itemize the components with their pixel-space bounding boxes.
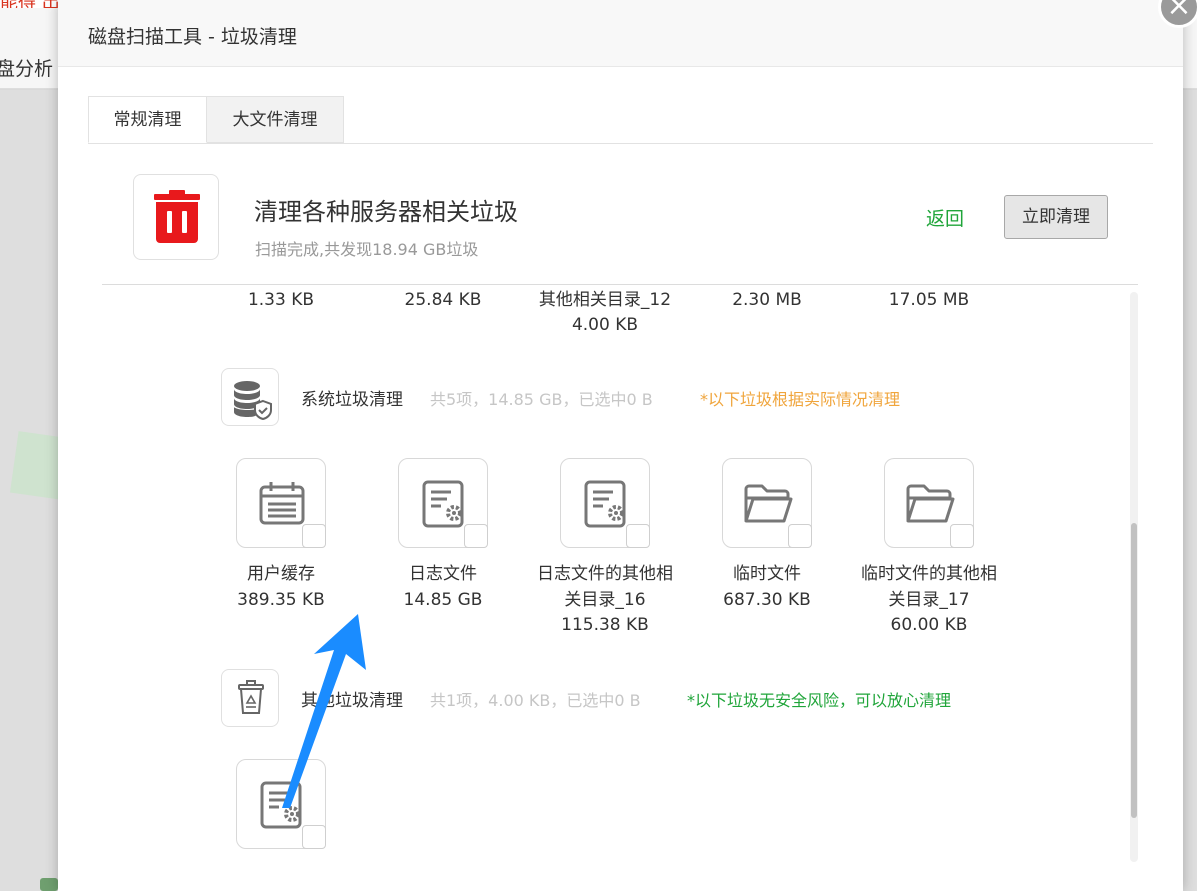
- section-name: 系统垃圾清理: [301, 390, 403, 410]
- tab-regular-clean[interactable]: 常规清理: [88, 96, 207, 143]
- item-tile[interactable]: [722, 458, 812, 548]
- item-tile[interactable]: [236, 458, 326, 548]
- item-label: 临时文件 687.30 KB: [723, 564, 811, 610]
- summary-title: 清理各种服务器相关垃圾: [254, 198, 518, 226]
- section-stats: 共1项，4.00 KB，已选中0 B: [430, 691, 641, 710]
- background-page-title: 盘分析: [0, 58, 54, 80]
- item-label: 用户缓存 389.35 KB: [237, 564, 325, 610]
- annotation-arrow-icon: [282, 614, 366, 808]
- folder-icon: [744, 484, 793, 523]
- item-tile[interactable]: [398, 458, 488, 548]
- list-item: 其他相关目录_12 4.00 KB: [538, 290, 672, 335]
- item-checkbox[interactable]: [302, 825, 326, 849]
- tab-bar: 常规清理 大文件清理: [88, 96, 1153, 144]
- list-item: 25.84 KB: [404, 290, 482, 310]
- junk-item-log-files[interactable]: 日志文件 14.85 GB: [368, 458, 518, 613]
- background-decoration: [40, 878, 58, 891]
- item-label: 日志文件 14.85 GB: [403, 564, 483, 610]
- clean-now-button[interactable]: 立即清理: [1004, 195, 1108, 239]
- dialog-title: 磁盘扫描工具 - 垃圾清理: [88, 26, 297, 48]
- item-checkbox[interactable]: [950, 524, 974, 548]
- back-link[interactable]: 返回: [926, 204, 964, 231]
- junk-item-temp-other-dir[interactable]: 临时文件的其他相 关目录_17 60.00 KB: [854, 458, 1004, 639]
- log-file-icon: [422, 480, 464, 528]
- scrollbar-thumb[interactable]: [1131, 523, 1137, 818]
- section-note: *以下垃圾无安全风险，可以放心清理: [687, 691, 952, 710]
- item-tile[interactable]: [560, 458, 650, 548]
- list-item: 17.05 MB: [888, 290, 970, 310]
- item-checkbox[interactable]: [464, 524, 488, 548]
- dialog-header: 磁盘扫描工具 - 垃圾清理: [58, 0, 1183, 67]
- item-checkbox[interactable]: [302, 524, 326, 548]
- tab-large-file-clean[interactable]: 大文件清理: [207, 96, 344, 143]
- list-item: 1.33 KB: [247, 290, 315, 310]
- item-tile[interactable]: [884, 458, 974, 548]
- item-checkbox[interactable]: [788, 524, 812, 548]
- scan-result-text: 扫描完成,共发现18.94 GB垃圾: [255, 240, 479, 259]
- junk-item-user-cache[interactable]: 用户缓存 389.35 KB: [206, 458, 356, 613]
- item-checkbox[interactable]: [626, 524, 650, 548]
- recycle-bin-icon: [221, 669, 279, 727]
- log-file-icon: [584, 480, 626, 528]
- trash-icon: [133, 174, 219, 260]
- item-label: 临时文件的其他相 关目录_17 60.00 KB: [861, 564, 997, 635]
- item-label: 日志文件的其他相 关目录_16 115.38 KB: [537, 564, 673, 635]
- section-stats: 共5项，14.85 GB，已选中0 B: [430, 390, 653, 409]
- disk-scan-dialog: 磁盘扫描工具 - 垃圾清理 常规清理 大文件清理 清理各种服务器相关垃圾 扫描完…: [58, 0, 1183, 891]
- section-note: *以下垃圾根据实际情况清理: [700, 390, 901, 409]
- database-shield-icon: [221, 368, 279, 426]
- junk-list[interactable]: 1.33 KB 25.84 KB 其他相关目录_12 4.00 KB 2.30 M…: [102, 285, 1138, 865]
- calendar-doc-icon: [259, 482, 305, 525]
- folder-icon: [906, 484, 955, 523]
- list-item: 2.30 MB: [732, 290, 802, 310]
- junk-item-temp-files[interactable]: 临时文件 687.30 KB: [692, 458, 842, 613]
- junk-item-log-other-dir[interactable]: 日志文件的其他相 关目录_16 115.38 KB: [530, 458, 680, 639]
